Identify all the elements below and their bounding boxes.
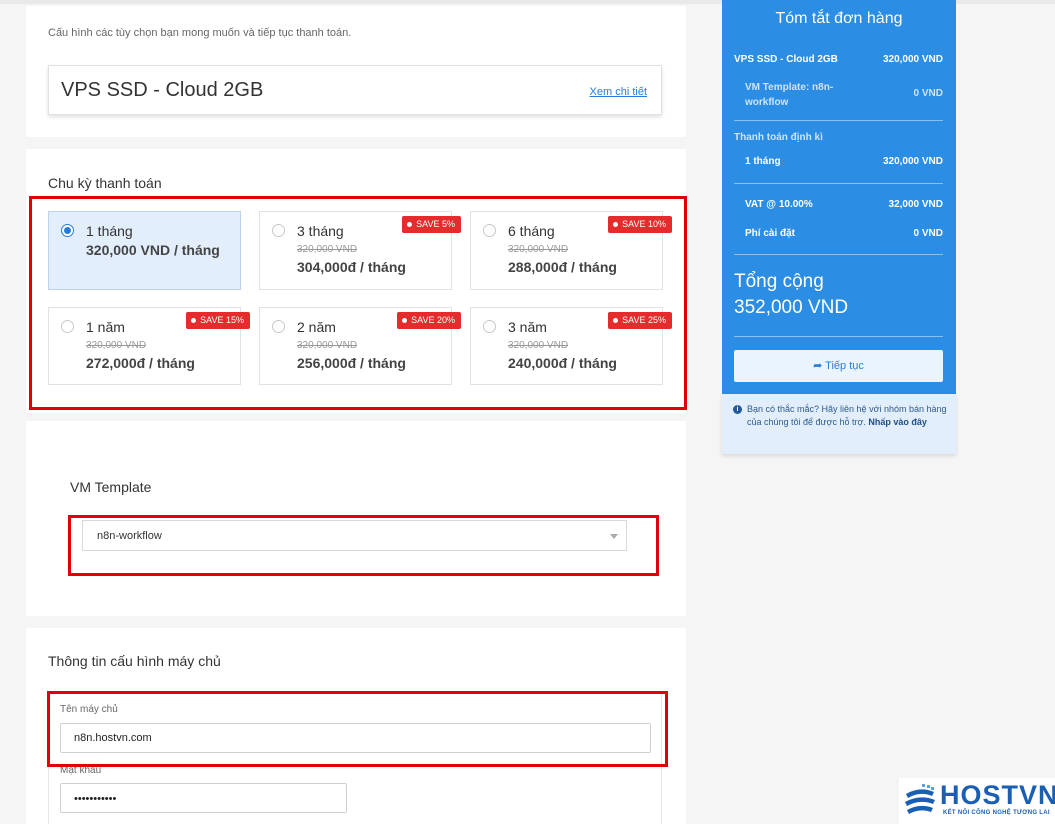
summary-setup-label: Phí cài đặt	[745, 228, 796, 239]
summary-product-price: 320,000 VND	[882, 54, 943, 65]
summary-vat-label: VAT @ 10.00%	[745, 199, 813, 210]
continue-button-content: ➦ Tiếp tục	[734, 359, 943, 372]
summary-divider	[734, 183, 943, 184]
product-card: Cấu hình các tùy chọn bạn mong muốn và t…	[26, 6, 686, 137]
product-box: VPS SSD - Cloud 2GB Xem chi tiết	[48, 65, 662, 115]
help-text: Bạn có thắc mắc? Hãy liên hệ với nhóm bá…	[747, 403, 947, 429]
summary-template-price: 0 VND	[913, 88, 943, 99]
share-arrow-icon: ➦	[813, 360, 823, 372]
summary-product: VPS SSD - Cloud 2GB	[734, 54, 838, 65]
continue-label: Tiếp tục	[825, 360, 864, 372]
summary-title: Tóm tắt đơn hàng	[775, 10, 903, 27]
summary-divider	[734, 120, 943, 121]
summary-divider	[734, 254, 943, 255]
password-input[interactable]: •••••••••••	[60, 783, 347, 813]
summary-vat-value: 32,000 VND	[888, 199, 943, 210]
summary-recurring-label: Thanh toán định kì	[734, 132, 823, 143]
summary-divider	[734, 336, 943, 337]
help-link[interactable]: Nhấp vào đây	[868, 417, 927, 427]
product-name: VPS SSD - Cloud 2GB	[61, 79, 264, 101]
logo-tagline: KẾT NỐI CÔNG NGHỆ TƯƠNG LAI	[943, 810, 1050, 816]
continue-button[interactable]: ➦ Tiếp tục	[734, 350, 943, 382]
logo-wordmark: HOSTVN	[940, 780, 1055, 810]
hostvn-logo-icon	[905, 784, 935, 814]
summary-setup-value: 0 VND	[913, 228, 943, 239]
details-link[interactable]: Xem chi tiết	[590, 86, 647, 98]
summary-total-value: 352,000 VND	[734, 297, 849, 318]
summary-total-label: Tổng cộng	[734, 271, 824, 292]
intro-text: Cấu hình các tùy chọn bạn mong muốn và t…	[48, 27, 352, 39]
server-title: Thông tin cấu hình máy chủ	[48, 653, 221, 669]
summary-period: 1 tháng	[745, 156, 781, 167]
help-box: i Bạn có thắc mắc? Hãy liên hệ với nhóm …	[722, 394, 956, 454]
hostvn-logo: HOSTVN KẾT NỐI CÔNG NGHỆ TƯƠNG LAI	[899, 778, 1055, 824]
billing-title: Chu kỳ thanh toán	[48, 175, 162, 191]
summary-template: VM Template: n8n-workflow	[745, 82, 834, 108]
info-icon: i	[733, 405, 742, 414]
order-summary: Tóm tắt đơn hàng VPS SSD - Cloud 2GB 320…	[722, 0, 956, 394]
hostname-highlight-box	[47, 691, 668, 767]
password-value: •••••••••••	[74, 793, 117, 805]
summary-period-price: 320,000 VND	[882, 156, 943, 167]
template-title: VM Template	[70, 479, 152, 495]
template-highlight-box	[68, 515, 659, 576]
billing-highlight-box	[29, 196, 687, 410]
